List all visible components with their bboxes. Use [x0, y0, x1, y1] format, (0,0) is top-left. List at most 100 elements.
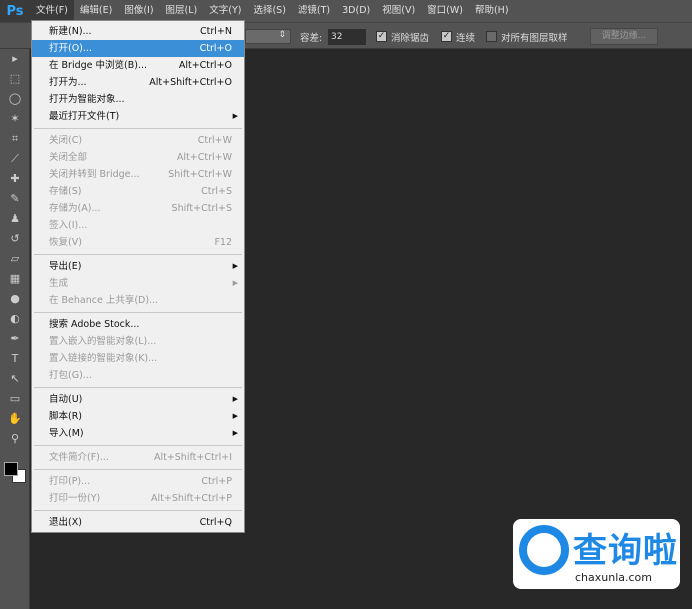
menu-item[interactable]: 打印一份(Y) Alt+Shift+Ctrl+P [32, 490, 244, 507]
menu-item-label: 在 Behance 上共享(D)... [49, 295, 159, 306]
mode-select[interactable]: ⇕ [245, 29, 291, 44]
hand-tool-icon[interactable]: ✋ [0, 409, 30, 429]
menu-0[interactable]: 文件(F) [30, 0, 74, 22]
submenu-arrow-icon: ▶ [232, 262, 238, 270]
menu-8[interactable]: 视图(V) [376, 0, 421, 22]
menu-item[interactable]: 恢复(V) F12 [32, 234, 244, 251]
move-tool-icon[interactable]: ▸ [0, 49, 30, 69]
marquee-tool-icon[interactable]: ⬚ [0, 69, 30, 89]
menu-bar: Ps 文件(F) 编辑(E) 图像(I) 图层(L) 文字(Y) 选择(S) 滤镜(T) 3D… [0, 0, 692, 22]
menu-item-shortcut: Alt+Shift+Ctrl+I [153, 452, 232, 463]
menu-item[interactable]: 关闭并转到 Bridge... Shift+Ctrl+W [32, 166, 244, 183]
menu-1[interactable]: 编辑(E) [74, 0, 118, 22]
menu-9[interactable]: 窗口(W) [421, 0, 469, 22]
menu-item[interactable]: 最近打开文件(T) ▶ [32, 108, 244, 125]
menu-item[interactable]: 脚本(R) ▶ [32, 408, 244, 425]
menu-item-shortcut: Ctrl+Q [199, 517, 232, 528]
brush-tool-icon[interactable]: ✎ [0, 189, 30, 209]
menu-item[interactable]: 文件简介(F)... Alt+Shift+Ctrl+I [32, 449, 244, 466]
menu-item[interactable]: 关闭(C) Ctrl+W [32, 132, 244, 149]
stamp-tool-icon[interactable]: ♟ [0, 209, 30, 229]
menu-item-label: 关闭并转到 Bridge... [49, 169, 140, 180]
menu-item[interactable]: 置入链接的智能对象(K)... [32, 350, 244, 367]
menu-item[interactable]: 生成 ▶ [32, 275, 244, 292]
menu-item[interactable]: 在 Bridge 中浏览(B)... Alt+Ctrl+O [32, 57, 244, 74]
menu-item[interactable]: 置入嵌入的智能对象(L)... [32, 333, 244, 350]
menu-item[interactable]: 打包(G)... [32, 367, 244, 384]
sample-all-checkbox[interactable] [486, 31, 497, 42]
menu-item[interactable]: 打开为智能对象... [32, 91, 244, 108]
menu-item-label: 打开为... [49, 77, 87, 88]
menu-10[interactable]: 帮助(H) [469, 0, 515, 22]
crop-tool-icon[interactable]: ⌗ [0, 129, 30, 149]
gradient-tool-icon[interactable]: ▦ [0, 269, 30, 289]
healing-tool-icon[interactable]: ✚ [0, 169, 30, 189]
eyedropper-tool-icon[interactable]: ⟋ [0, 149, 30, 169]
menu-2[interactable]: 图像(I) [118, 0, 159, 22]
history-brush-tool-icon[interactable]: ↺ [0, 229, 30, 249]
path-select-tool-icon[interactable]: ↖ [0, 369, 30, 389]
menu-separator [34, 312, 242, 313]
menu-item[interactable]: 新建(N)... Ctrl+N [32, 23, 244, 40]
zoom-tool-icon[interactable]: ⚲ [0, 429, 30, 449]
menu-item[interactable]: 导出(E) ▶ [32, 258, 244, 275]
color-swatches[interactable] [0, 459, 29, 489]
menu-item[interactable]: 打印(P)... Ctrl+P [32, 473, 244, 490]
menu-item-label: 存储为(A)... [49, 203, 101, 214]
menu-item-shortcut: Shift+Ctrl+W [168, 169, 232, 180]
menu-item[interactable]: 存储(S) Ctrl+S [32, 183, 244, 200]
lasso-tool-icon[interactable]: ◯ [0, 89, 30, 109]
contiguous-checkbox[interactable]: ✓ [441, 31, 452, 42]
menu-item-label: 文件简介(F)... [49, 452, 109, 463]
menu-item-shortcut: F12 [214, 237, 232, 248]
menu-item-label: 最近打开文件(T) [49, 111, 120, 122]
anti-alias-checkbox[interactable]: ✓ [376, 31, 387, 42]
menu-item[interactable]: 自动(U) ▶ [32, 391, 244, 408]
menu-6[interactable]: 滤镜(T) [292, 0, 336, 22]
dodge-tool-icon[interactable]: ◐ [0, 309, 30, 329]
sample-all-label: 对所有图层取样 [501, 33, 568, 44]
menu-item-label: 新建(N)... [49, 26, 92, 37]
menu-item-label: 关闭全部 [49, 152, 88, 163]
menu-4[interactable]: 文字(Y) [203, 0, 247, 22]
menu-item-label: 打印(P)... [49, 476, 91, 487]
menu-item[interactable]: 签入(I)... [32, 217, 244, 234]
menu-separator [34, 254, 242, 255]
menu-item-label: 搜索 Adobe Stock... [49, 319, 140, 330]
menu-item[interactable]: 关闭全部 Alt+Ctrl+W [32, 149, 244, 166]
pen-tool-icon[interactable]: ✒ [0, 329, 30, 349]
menu-7[interactable]: 3D(D) [336, 0, 376, 22]
menu-item-label: 脚本(R) [49, 411, 83, 422]
menu-item[interactable]: 打开为... Alt+Shift+Ctrl+O [32, 74, 244, 91]
refine-edge-button[interactable]: 调整边缘... [590, 28, 658, 45]
eraser-tool-icon[interactable]: ▱ [0, 249, 30, 269]
menu-separator [34, 510, 242, 511]
menu-item[interactable]: 导入(M) ▶ [32, 425, 244, 442]
type-tool-icon[interactable]: T [0, 349, 30, 369]
contiguous-label: 连续 [456, 33, 476, 44]
menu-item[interactable]: 存储为(A)... Shift+Ctrl+S [32, 200, 244, 217]
menu-item-shortcut: Ctrl+N [200, 26, 232, 37]
menu-separator [34, 387, 242, 388]
menu-item-label: 生成 [49, 278, 69, 289]
menu-item[interactable]: 搜索 Adobe Stock... [32, 316, 244, 333]
menu-item-shortcut: Shift+Ctrl+S [171, 203, 232, 214]
magnifier-icon [519, 525, 569, 575]
shape-tool-icon[interactable]: ▭ [0, 389, 30, 409]
submenu-arrow-icon: ▶ [232, 429, 238, 437]
menu-3[interactable]: 图层(L) [160, 0, 204, 22]
menu-item-shortcut: Alt+Ctrl+O [178, 60, 232, 71]
menu-5[interactable]: 选择(S) [247, 0, 291, 22]
menu-item[interactable]: 退出(X) Ctrl+Q [32, 514, 244, 531]
menu-item-label: 存储(S) [49, 186, 82, 197]
menu-item-label: 导出(E) [49, 261, 82, 272]
menu-item-shortcut: Ctrl+S [201, 186, 232, 197]
menu-item[interactable]: 在 Behance 上共享(D)... [32, 292, 244, 309]
watermark-logo: 查询啦 chaxunla.com [513, 519, 680, 589]
blur-tool-icon[interactable]: ● [0, 289, 30, 309]
menu-separator [34, 128, 242, 129]
tolerance-input[interactable]: 32 [328, 29, 366, 45]
submenu-arrow-icon: ▶ [232, 412, 238, 420]
menu-item[interactable]: 打开(O)... Ctrl+O [32, 40, 244, 57]
magic-wand-tool-icon[interactable]: ✶ [0, 109, 30, 129]
